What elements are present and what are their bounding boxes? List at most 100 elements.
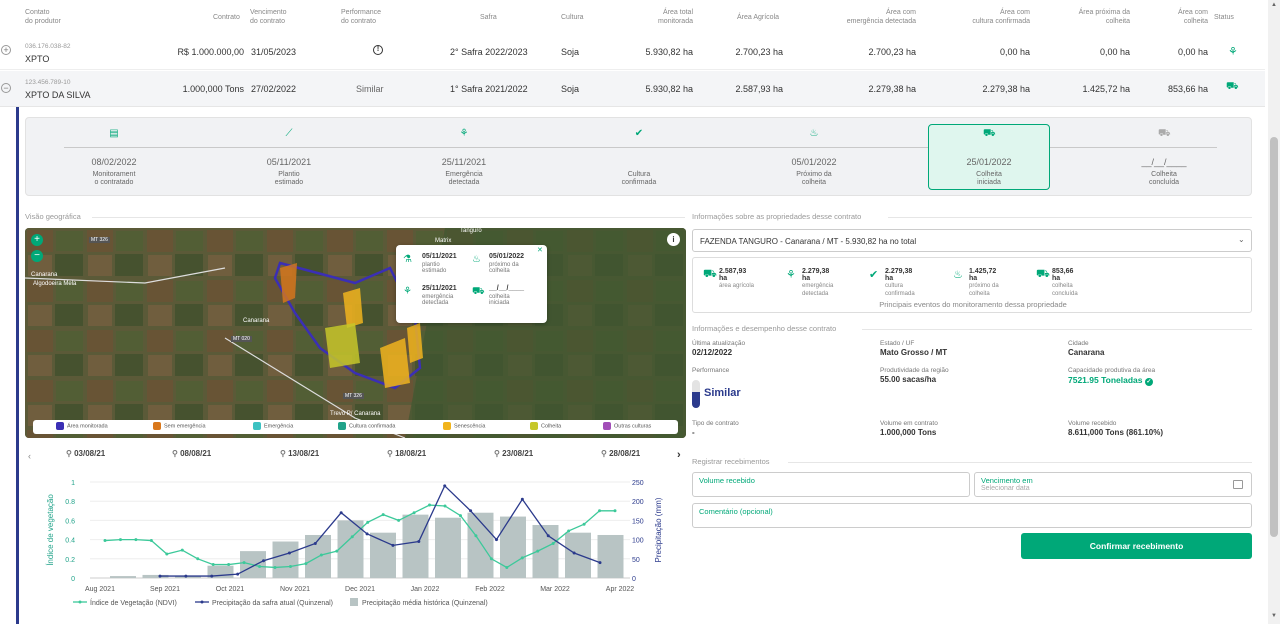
table-row[interactable]: − 123.456.789-10 XPTO DA SILVA 1.000,000… [0,71,1265,107]
geo-title: Visão geográfica [25,212,81,221]
scroll-down-icon[interactable]: ▼ [1271,613,1277,619]
volume-recebido-input[interactable]: Volume recebido [692,472,970,497]
row-venc: 31/05/2023 [251,47,297,57]
popup-date: __/__/____ [489,285,525,292]
comentario-input[interactable]: Comentário (opcional) [692,503,1252,528]
legend-item[interactable]: Cultura confirmada [338,422,395,430]
precip-point [365,532,369,536]
timeline-label: Colheita concluída [1149,171,1179,186]
summary-text: 1.425,72 ha próximo da colheita [969,268,999,298]
ndvi-point [319,553,323,557]
x-tick-label: Sep 2021 [150,586,180,593]
close-icon[interactable]: ✕ [537,246,543,254]
legend-item[interactable]: Outras culturas [603,422,651,430]
map-date-item[interactable]: ⚲ 23/08/21 [494,449,533,458]
calendar-icon[interactable] [1233,480,1243,489]
ndvi-point [381,513,385,517]
legend-label: Colheita [541,423,562,430]
next-arrow[interactable]: › [677,449,681,461]
legend-swatch [253,422,261,430]
plant-icon: ♨ [953,269,963,281]
ndvi-point [551,541,555,545]
legend-item[interactable]: Sem emergência [153,422,206,430]
map-date-item[interactable]: ⚲ 18/08/21 [387,449,426,458]
x-tick-label: Mar 2022 [540,586,570,593]
map-date-item[interactable]: ⚲ 13/08/21 [280,449,319,458]
map[interactable]: + − i Tanguro Matrix Canarana Algodoeira… [25,228,686,438]
collapse-icon[interactable]: − [1,83,11,93]
sprout-icon: ⚘ [786,269,796,281]
divider [888,217,1252,218]
label: Volume em contrato [880,420,938,427]
value: 7521.95 Toneladas [1068,375,1143,385]
satellite-image [25,228,686,438]
ndvi-point [242,561,246,565]
legend-item[interactable]: Senescência [443,422,486,430]
ndvi-point [397,518,401,522]
legend-item[interactable]: Área monitorada [56,422,108,430]
ndvi-point [258,564,262,568]
precip-hist-bar [370,532,396,578]
summary-value: 2.279,38 ha [802,268,830,282]
property-select[interactable]: FAZENDA TANGURO - Canarana / MT - 5.930,… [692,229,1252,252]
row-cultura: Soja [561,84,580,94]
timeline-step: ✔ Cultura confirmada [569,118,709,197]
check-circle-icon: ✔ [869,269,879,281]
timeline-step: ⛟ 25/01/2022 Colheita iniciada [919,118,1059,197]
prev-arrow[interactable]: ‹ [28,451,31,461]
col-contato: Contato do produtor [25,8,61,26]
row-contrato: R$ 1.000.000,00 [177,47,244,57]
summary-label: área agrícola [719,283,755,289]
row-prox: 0,00 ha [1099,47,1130,57]
capacidade: Capacidade produtiva da área 7521.95 Ton… [1068,367,1228,386]
legend-swatch [350,598,358,606]
value: 02/12/2022 [692,348,733,357]
scroll-up-icon[interactable]: ▲ [1271,2,1277,8]
col-area-total: Área total monitorada [657,9,693,25]
satellite-icon: ⚲ [66,449,75,458]
legend-item[interactable]: Colheita [530,422,561,430]
map-date-item[interactable]: ⚲ 03/08/21 [66,449,105,458]
ndvi-point [288,564,292,568]
precip-hist-bar [272,541,299,578]
truck-icon: ⛟ [1036,268,1050,280]
receb-title: Registrar recebimentos [692,457,770,466]
tipo-contrato: Tipo de contrato - [692,420,739,438]
table-row[interactable]: + 036.176.038-82 XPTO R$ 1.000.000,00 31… [0,34,1265,70]
map-date: 28/08/21 [609,449,641,458]
performance-gauge [692,380,700,408]
check-circle-icon: ✔ [634,128,644,139]
zoom-out-button[interactable]: − [31,250,43,262]
map-legend: Área monitorada Sem emergência Emergência C… [33,420,678,434]
col-area-proxima: Área próxima da colheita [1078,9,1130,25]
timeline-date: 05/01/2022 [791,157,837,167]
divider [862,329,1252,330]
zoom-in-button[interactable]: + [31,234,43,246]
field-label: Comentário (opcional) [699,507,773,516]
ndvi-point [520,556,524,560]
y-tick-label: 0 [71,576,75,583]
expand-icon[interactable]: + [1,45,11,55]
ndvi-point [458,514,462,518]
confirmar-recebimento-button[interactable]: Confirmar recebimento [1021,533,1252,559]
produtividade: Produtividade da região 55.00 sacas/ha [880,367,949,385]
ndvi-point [227,563,231,567]
row-total: 5.930,82 ha [645,84,693,94]
vencimento-date-input[interactable]: Vencimento em Selecionar data [974,472,1252,497]
label: Tipo de contrato [692,420,739,427]
expanded-indicator [16,107,19,624]
ndvi-point [211,563,215,567]
map-date-item[interactable]: ⚲ 28/08/21 [601,449,640,458]
ndvi-point [505,565,509,569]
timeline-step: ♨ 05/01/2022 Próximo da colheita [744,118,884,197]
legend-label: Outras culturas [614,423,652,430]
legend-item[interactable]: Emergência [253,422,293,430]
scrollbar[interactable]: ▲ ▼ [1268,0,1280,624]
row-total: 5.930,82 ha [645,47,693,57]
info-icon[interactable]: i [667,233,680,246]
row-perf: Similar [356,84,384,94]
col-contrato: Contrato [213,14,240,21]
scrollbar-thumb[interactable] [1270,137,1278,537]
map-date-item[interactable]: ⚲ 08/08/21 [172,449,211,458]
ndvi-point [582,522,586,526]
